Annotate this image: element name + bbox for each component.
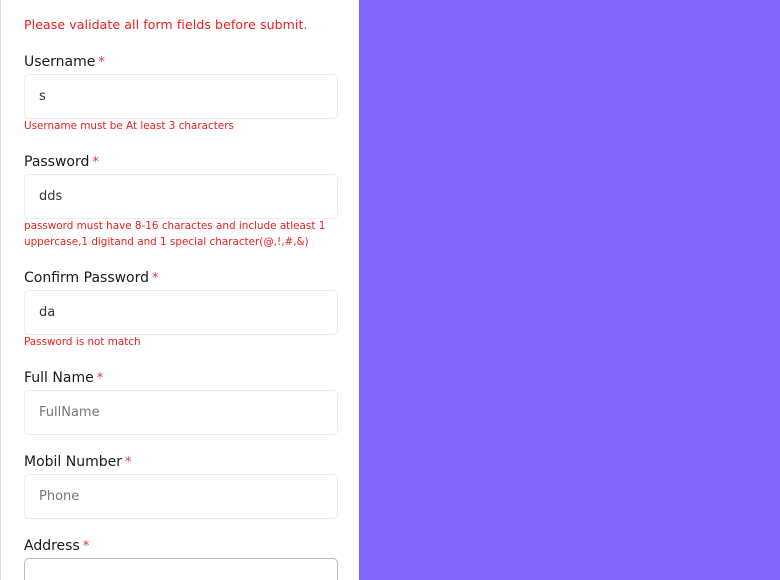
username-error: Username must be At least 3 characters [24,120,234,132]
address-input[interactable] [24,558,338,580]
password-label-text: Password [24,154,90,170]
required-marker: * [152,271,159,286]
form-validation-alert: Please validate all form fields before s… [24,17,308,32]
required-marker: * [96,371,104,386]
password-input[interactable] [24,174,338,219]
username-input[interactable] [24,74,338,119]
full-name-input[interactable] [24,390,338,435]
full-name-label-text: Full Name [24,370,94,386]
signup-form: Please validate all form fields before s… [0,0,359,580]
confirm-password-label-text: Confirm Password [24,270,150,286]
mobile-number-input[interactable] [24,474,338,519]
address-label-text: Address [24,538,80,554]
confirm-password-label: Confirm Password * [24,270,159,286]
username-label: Username * [24,54,105,70]
password-error: password must have 8-16 charactes and in… [24,220,326,248]
decorative-side-panel [359,0,780,580]
required-marker: * [98,55,105,70]
address-label: Address * [24,538,89,554]
required-marker: * [125,455,132,470]
confirm-password-error: Password is not match [24,336,141,348]
confirm-password-input[interactable] [24,290,338,335]
mobile-number-label-text: Mobil Number [24,454,122,470]
signup-page: Please validate all form fields before s… [0,0,780,580]
password-label: Password * [24,154,99,170]
mobile-number-label: Mobil Number * [24,454,132,470]
username-label-text: Username [24,54,96,70]
full-name-label: Full Name * [24,370,103,386]
required-marker: * [82,539,90,554]
required-marker: * [92,155,99,170]
